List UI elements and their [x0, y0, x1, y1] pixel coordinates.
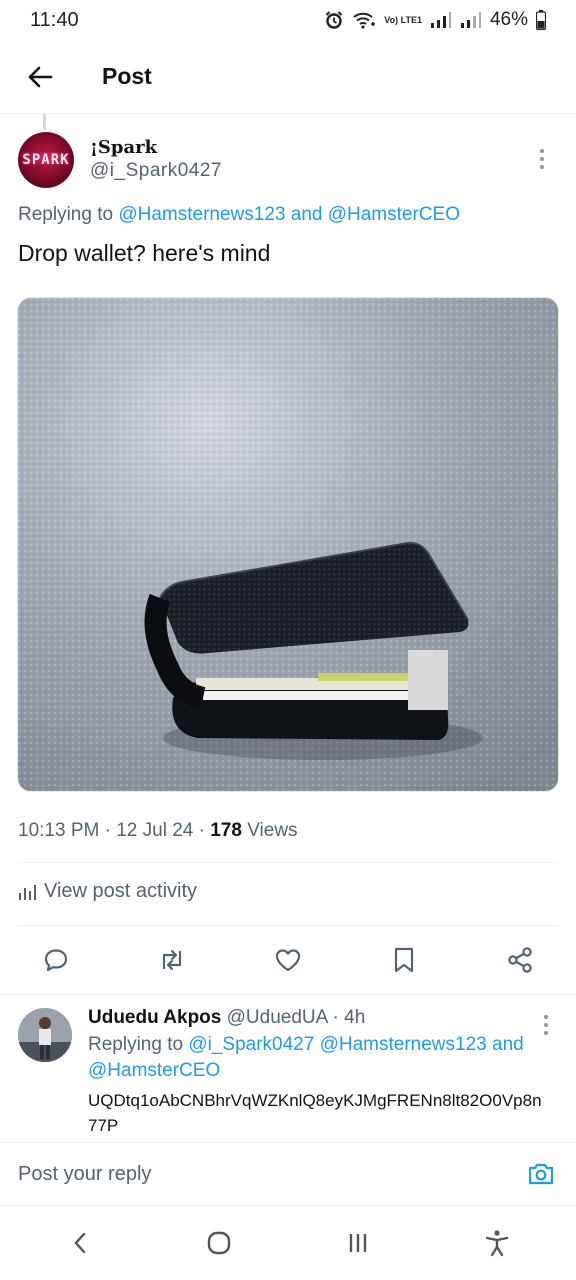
thread-connector [43, 114, 46, 130]
retweet-icon [162, 949, 182, 971]
reply-composer[interactable]: Post your reply [0, 1142, 576, 1206]
status-bar: 11:40 Vo) LTE1 46% [0, 0, 576, 40]
network-label: Vo) LTE1 [384, 14, 422, 25]
home-circle-icon [207, 1231, 230, 1255]
post-author: SPARK ¡Spark @i_Spark0427 [18, 132, 558, 188]
signal-icon-2 [460, 12, 481, 28]
reply-more-options-button[interactable] [536, 1010, 556, 1040]
nav-back-button[interactable] [55, 1218, 105, 1268]
share-button[interactable] [504, 944, 536, 976]
camera-icon [528, 1163, 554, 1185]
post-actions [18, 936, 558, 984]
page-title: Post [102, 63, 152, 89]
post-image[interactable] [17, 297, 559, 792]
reply-author-handle[interactable]: @UduedUA [227, 1007, 328, 1028]
author-name[interactable]: ¡Spark [90, 137, 222, 159]
analytics-icon [19, 884, 36, 900]
more-dot-icon [544, 1015, 548, 1019]
top-app-bar: Post [0, 40, 576, 114]
reply-header: Uduedu Akpos @UduedUA · 4h [88, 1007, 366, 1028]
battery-percent: 46% [489, 9, 528, 30]
author-handle[interactable]: @i_Spark0427 [90, 159, 222, 183]
more-dot-icon [540, 149, 544, 153]
reply-text: UQDtq1oAbCNBhrVqWZKnlQ8eyKJMgFRENn8lt82O… [88, 1091, 542, 1135]
replying-to: Replying to @Hamsternews123 and @Hamster… [18, 204, 460, 226]
divider [18, 862, 558, 863]
more-options-button[interactable] [532, 144, 552, 174]
reply-avatar[interactable] [18, 1008, 72, 1062]
post-time: 10:13 PM [18, 820, 100, 841]
nav-recents-button[interactable] [333, 1218, 383, 1268]
view-post-activity-label: View post activity [44, 880, 198, 902]
replying-prefix: Replying to [18, 204, 119, 225]
divider [18, 925, 558, 926]
alarm-icon [326, 11, 343, 29]
camera-button[interactable] [526, 1159, 556, 1189]
status-time: 11:40 [30, 8, 79, 31]
arrow-left-icon [28, 66, 53, 87]
like-button[interactable] [272, 944, 304, 976]
bookmark-button[interactable] [388, 944, 420, 976]
reply-replying-to: Replying to @i_Spark0427 @Hamsternews123… [88, 1032, 548, 1084]
battery-icon [536, 10, 546, 30]
reply-author-name[interactable]: Uduedu Akpos [88, 1007, 221, 1028]
reply-replying-prefix: Replying to [88, 1034, 189, 1055]
avatar-text: SPARK [22, 152, 70, 168]
reply-body: Uduedu Akpos @UduedUA · 4h Replying to @… [88, 1004, 548, 1138]
views-label: Views [247, 820, 298, 841]
back-button[interactable] [20, 57, 60, 97]
status-icons: Vo) LTE1 46% [324, 9, 546, 31]
recents-icon [349, 1234, 366, 1252]
like-icon [275, 949, 301, 972]
post-meta: 10:13 PM · 12 Jul 24 · 178 Views [18, 820, 298, 841]
reply-icon [44, 949, 68, 972]
wifi-icon [353, 12, 376, 29]
post-date: 12 Jul 24 [116, 820, 194, 841]
reply-input[interactable]: Post your reply [18, 1163, 151, 1186]
nav-accessibility-button[interactable] [472, 1218, 522, 1268]
avatar[interactable]: SPARK [18, 132, 74, 188]
system-nav-bar [0, 1206, 576, 1280]
view-post-activity-button[interactable]: View post activity [18, 880, 197, 903]
author-names: ¡Spark @i_Spark0427 [90, 137, 222, 183]
replying-handles-link[interactable]: @Hamsternews123 and @HamsterCEO [118, 204, 460, 225]
reply-age: 4h [344, 1007, 366, 1028]
views-count: 178 [210, 820, 242, 841]
repost-button[interactable] [156, 944, 188, 976]
person-photo [18, 1008, 72, 1062]
share-icon [508, 947, 532, 973]
nav-home-button[interactable] [194, 1218, 244, 1268]
reply-button[interactable] [40, 944, 72, 976]
chevron-left-icon [73, 1232, 85, 1254]
wallet-photo [18, 298, 558, 791]
reply-post[interactable]: Uduedu Akpos @UduedUA · 4h Replying to @… [18, 1004, 558, 1140]
divider [0, 994, 576, 995]
accessibility-icon [485, 1230, 508, 1257]
post-text: Drop wallet? here's mind [18, 240, 271, 266]
signal-icon [430, 12, 451, 28]
bookmark-icon [394, 947, 414, 973]
